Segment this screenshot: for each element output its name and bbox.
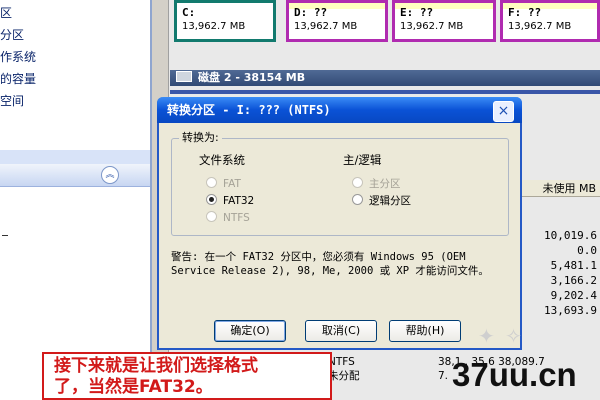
partition-size: 13,962.7 MB xyxy=(182,21,246,32)
ok-button[interactable]: 确定(O) xyxy=(214,320,286,342)
file-system-header: 文件系统 xyxy=(199,153,245,167)
radio-label: NTFS xyxy=(223,212,250,224)
radio-circle-icon xyxy=(352,194,363,205)
radio-logical[interactable]: 逻辑分区 xyxy=(352,194,411,208)
radio-fat[interactable]: FAT xyxy=(206,177,241,191)
partition-d[interactable]: D: ?? 13,962.7 MB xyxy=(286,0,388,42)
group-label: 转换为: xyxy=(179,131,222,145)
radio-primary[interactable]: 主分区 xyxy=(352,177,401,191)
warning-line: 警告: 在一个 FAT32 分区中，您必须有 Windows 95 (OEM xyxy=(171,251,466,263)
partition-type-header: 主/逻辑 xyxy=(343,153,382,167)
table-cell-rest: 7. xyxy=(438,370,449,382)
partition-letter: C: xyxy=(182,6,196,19)
warning-line: Service Release 2), 98, Me, 2000 或 XP 才能… xyxy=(171,265,489,277)
radio-circle-icon xyxy=(206,194,217,205)
partition-letter: F: ?? xyxy=(508,6,542,19)
table-cell-fs: 未分配 xyxy=(328,370,360,382)
partition-letter: D: ?? xyxy=(294,6,328,19)
help-button[interactable]: 帮助(H) xyxy=(389,320,461,342)
partition-e[interactable]: E: ?? 13,962.7 MB xyxy=(392,0,496,42)
hard-disk-icon xyxy=(176,71,192,82)
partition-size: 13,962.7 MB xyxy=(508,21,572,32)
radio-fat32[interactable]: FAT32 xyxy=(206,194,254,208)
site-watermark: 37uu.cn xyxy=(452,356,577,393)
disk-2-strip xyxy=(170,90,600,94)
radio-label: FAT xyxy=(223,178,241,190)
task-item[interactable]: 区 xyxy=(0,2,130,24)
radio-circle-icon xyxy=(206,177,217,188)
convert-partition-dialog: 转换分区 - I: ??? (NTFS) × 转换为: 文件系统 主/逻辑 FA… xyxy=(157,97,522,350)
note-line: 了，当然是FAT32。 xyxy=(54,377,213,397)
task-item[interactable]: 空间 xyxy=(0,90,130,112)
radio-circle-icon xyxy=(352,177,363,188)
table-cell-fs: NTFS xyxy=(328,356,355,368)
annotation-note: 接下来就是让我们选择格式 了，当然是FAT32。 xyxy=(42,352,332,400)
radio-circle-icon xyxy=(206,211,217,222)
warning-text: 警告: 在一个 FAT32 分区中，您必须有 Windows 95 (OEM S… xyxy=(171,250,511,278)
radio-label: FAT32 xyxy=(223,195,255,207)
close-button[interactable]: × xyxy=(493,101,514,122)
radio-ntfs[interactable]: NTFS xyxy=(206,211,250,225)
task-pane: 区 分区 作系统 的容量 空间 ︽ xyxy=(0,0,152,400)
partition-size: 13,962.7 MB xyxy=(294,21,358,32)
note-line: 接下来就是让我们选择格式 xyxy=(54,356,258,376)
disk-2-header[interactable]: 磁盘 2 - 38154 MB xyxy=(170,70,600,86)
pane-section-header[interactable] xyxy=(0,164,150,187)
dialog-title[interactable]: 转换分区 - I: ??? (NTFS) xyxy=(157,97,522,123)
partition-f[interactable]: F: ?? 13,962.7 MB xyxy=(500,0,600,42)
pane-marker xyxy=(2,235,8,236)
pane-divider xyxy=(0,150,152,164)
task-item[interactable]: 作系统 xyxy=(0,46,130,68)
task-item[interactable]: 分区 xyxy=(0,24,130,46)
radio-label: 主分区 xyxy=(369,178,401,190)
collapse-chevron-icon[interactable]: ︽ xyxy=(101,166,119,184)
task-item[interactable]: 的容量 xyxy=(0,68,130,90)
disk-label: 磁盘 2 - 38154 MB xyxy=(198,71,306,84)
partition-size: 13,962.7 MB xyxy=(400,21,464,32)
cancel-button[interactable]: 取消(C) xyxy=(305,320,377,342)
radio-label: 逻辑分区 xyxy=(369,195,411,207)
partition-letter: E: ?? xyxy=(400,6,434,19)
partition-c[interactable]: C: 13,962.7 MB xyxy=(174,0,276,42)
task-list: 区 分区 作系统 的容量 空间 xyxy=(0,2,130,112)
faint-logo-icon: ✦ ✧ xyxy=(478,324,524,348)
